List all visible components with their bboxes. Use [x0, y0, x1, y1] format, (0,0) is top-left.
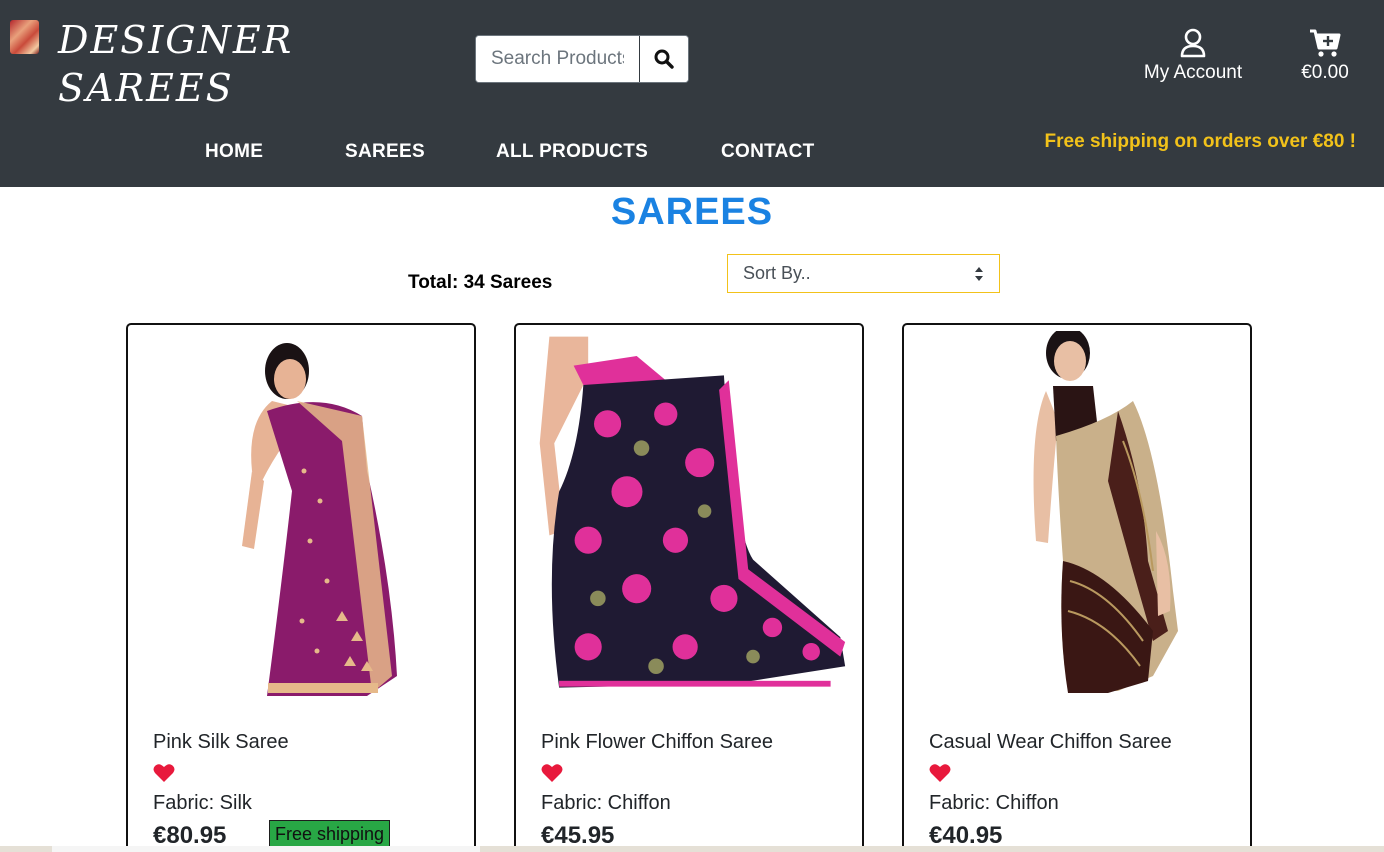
product-image[interactable] [918, 331, 1238, 699]
sort-select[interactable]: Sort By.. [727, 254, 1000, 293]
page-bottom-edge [0, 846, 1384, 852]
heart-icon[interactable] [929, 763, 951, 783]
sort-select-label: Sort By.. [743, 263, 811, 283]
product-name[interactable]: Casual Wear Chiffon Saree [929, 731, 1172, 754]
my-account-link[interactable]: My Account [1130, 28, 1256, 84]
brand-name[interactable]: DESIGNER SAREES [58, 16, 293, 112]
saree-image-pink-silk [242, 343, 397, 696]
product-card[interactable]: Pink Flower Chiffon Saree Fabric: Chiffo… [514, 323, 864, 852]
free-shipping-banner: Free shipping on orders over €80 ! [1044, 131, 1356, 152]
nav-all-products[interactable]: ALL PRODUCTS [496, 141, 648, 163]
product-card[interactable]: Pink Silk Saree Fabric: Silk €80.95 Free… [126, 323, 476, 852]
product-name[interactable]: Pink Flower Chiffon Saree [541, 731, 773, 754]
search-form [475, 35, 689, 83]
product-fabric: Fabric: Chiffon [541, 792, 671, 814]
heart-icon[interactable] [153, 763, 175, 783]
nav-contact[interactable]: CONTACT [721, 141, 815, 163]
my-account-label: My Account [1143, 62, 1243, 83]
saree-image-pink-flower-chiffon [539, 336, 846, 688]
saree-image-casual-wear-chiffon [1033, 331, 1178, 693]
search-input[interactable] [476, 36, 639, 82]
nav-sarees[interactable]: SAREES [345, 141, 425, 163]
cart-total: €0.00 [1301, 62, 1349, 83]
cart-plus-icon [1310, 29, 1341, 57]
product-card[interactable]: Casual Wear Chiffon Saree Fabric: Chiffo… [902, 323, 1252, 852]
site-header: DESIGNER SAREES My Account €0.00 [0, 0, 1384, 187]
product-fabric: Fabric: Chiffon [929, 792, 1059, 814]
nav-home[interactable]: HOME [205, 141, 263, 163]
user-icon [1180, 28, 1206, 58]
brand-logo-image[interactable] [10, 20, 39, 54]
product-total: Total: 34 Sarees [408, 272, 553, 293]
product-image[interactable] [530, 331, 850, 699]
product-image[interactable] [142, 331, 462, 699]
search-icon [654, 49, 674, 69]
brand-line-2: SAREES [58, 66, 234, 110]
page-title: SAREES [610, 191, 774, 233]
product-name[interactable]: Pink Silk Saree [153, 731, 289, 754]
search-button[interactable] [639, 36, 688, 82]
cart-link[interactable]: €0.00 [1290, 28, 1360, 84]
free-shipping-badge: Free shipping [269, 820, 391, 849]
heart-icon[interactable] [541, 763, 563, 783]
product-fabric: Fabric: Silk [153, 792, 252, 814]
sort-arrows-icon [975, 267, 983, 281]
brand-line-1: DESIGNER [58, 18, 294, 62]
